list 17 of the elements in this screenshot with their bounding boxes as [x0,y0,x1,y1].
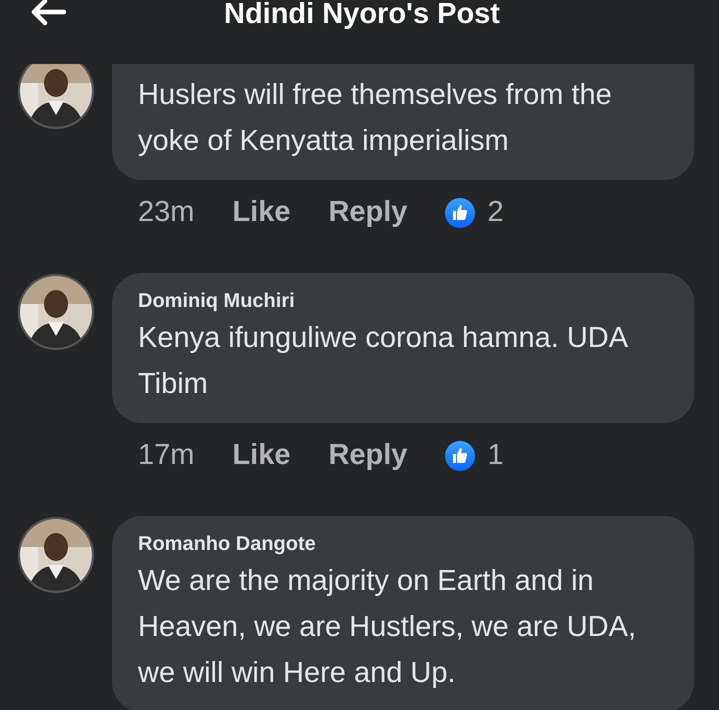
like-link[interactable]: Like [232,439,290,472]
comment-text: Kenya ifunguliwe corona hamna. UDA Tibim [138,321,628,402]
author-name[interactable]: Romanho Dangote [138,530,668,558]
comment-text: We are the majority on Earth and in Heaven, we are Hustlers, we are UDA, we will win Here and Up. [138,564,638,691]
reply-link[interactable]: Reply [328,196,408,229]
reaction-count: 1 [487,439,504,472]
reply-link[interactable]: Reply [328,439,408,472]
reaction-count: 2 [487,196,504,229]
thumbs-up-icon [445,198,476,228]
comment-text: Huslers will free themselves from the yoke of Kenyatta imperialism [138,78,613,159]
author-name[interactable]: Dominiq Muchiri [138,287,668,315]
back-arrow-icon[interactable] [30,0,66,26]
like-link[interactable]: Like [232,196,290,229]
thumbs-up-icon [445,440,476,470]
comment-time: 23m [138,196,194,229]
comment-time: 17m [138,439,194,472]
page-title: Ndindi Nyoro's Post [224,0,500,30]
